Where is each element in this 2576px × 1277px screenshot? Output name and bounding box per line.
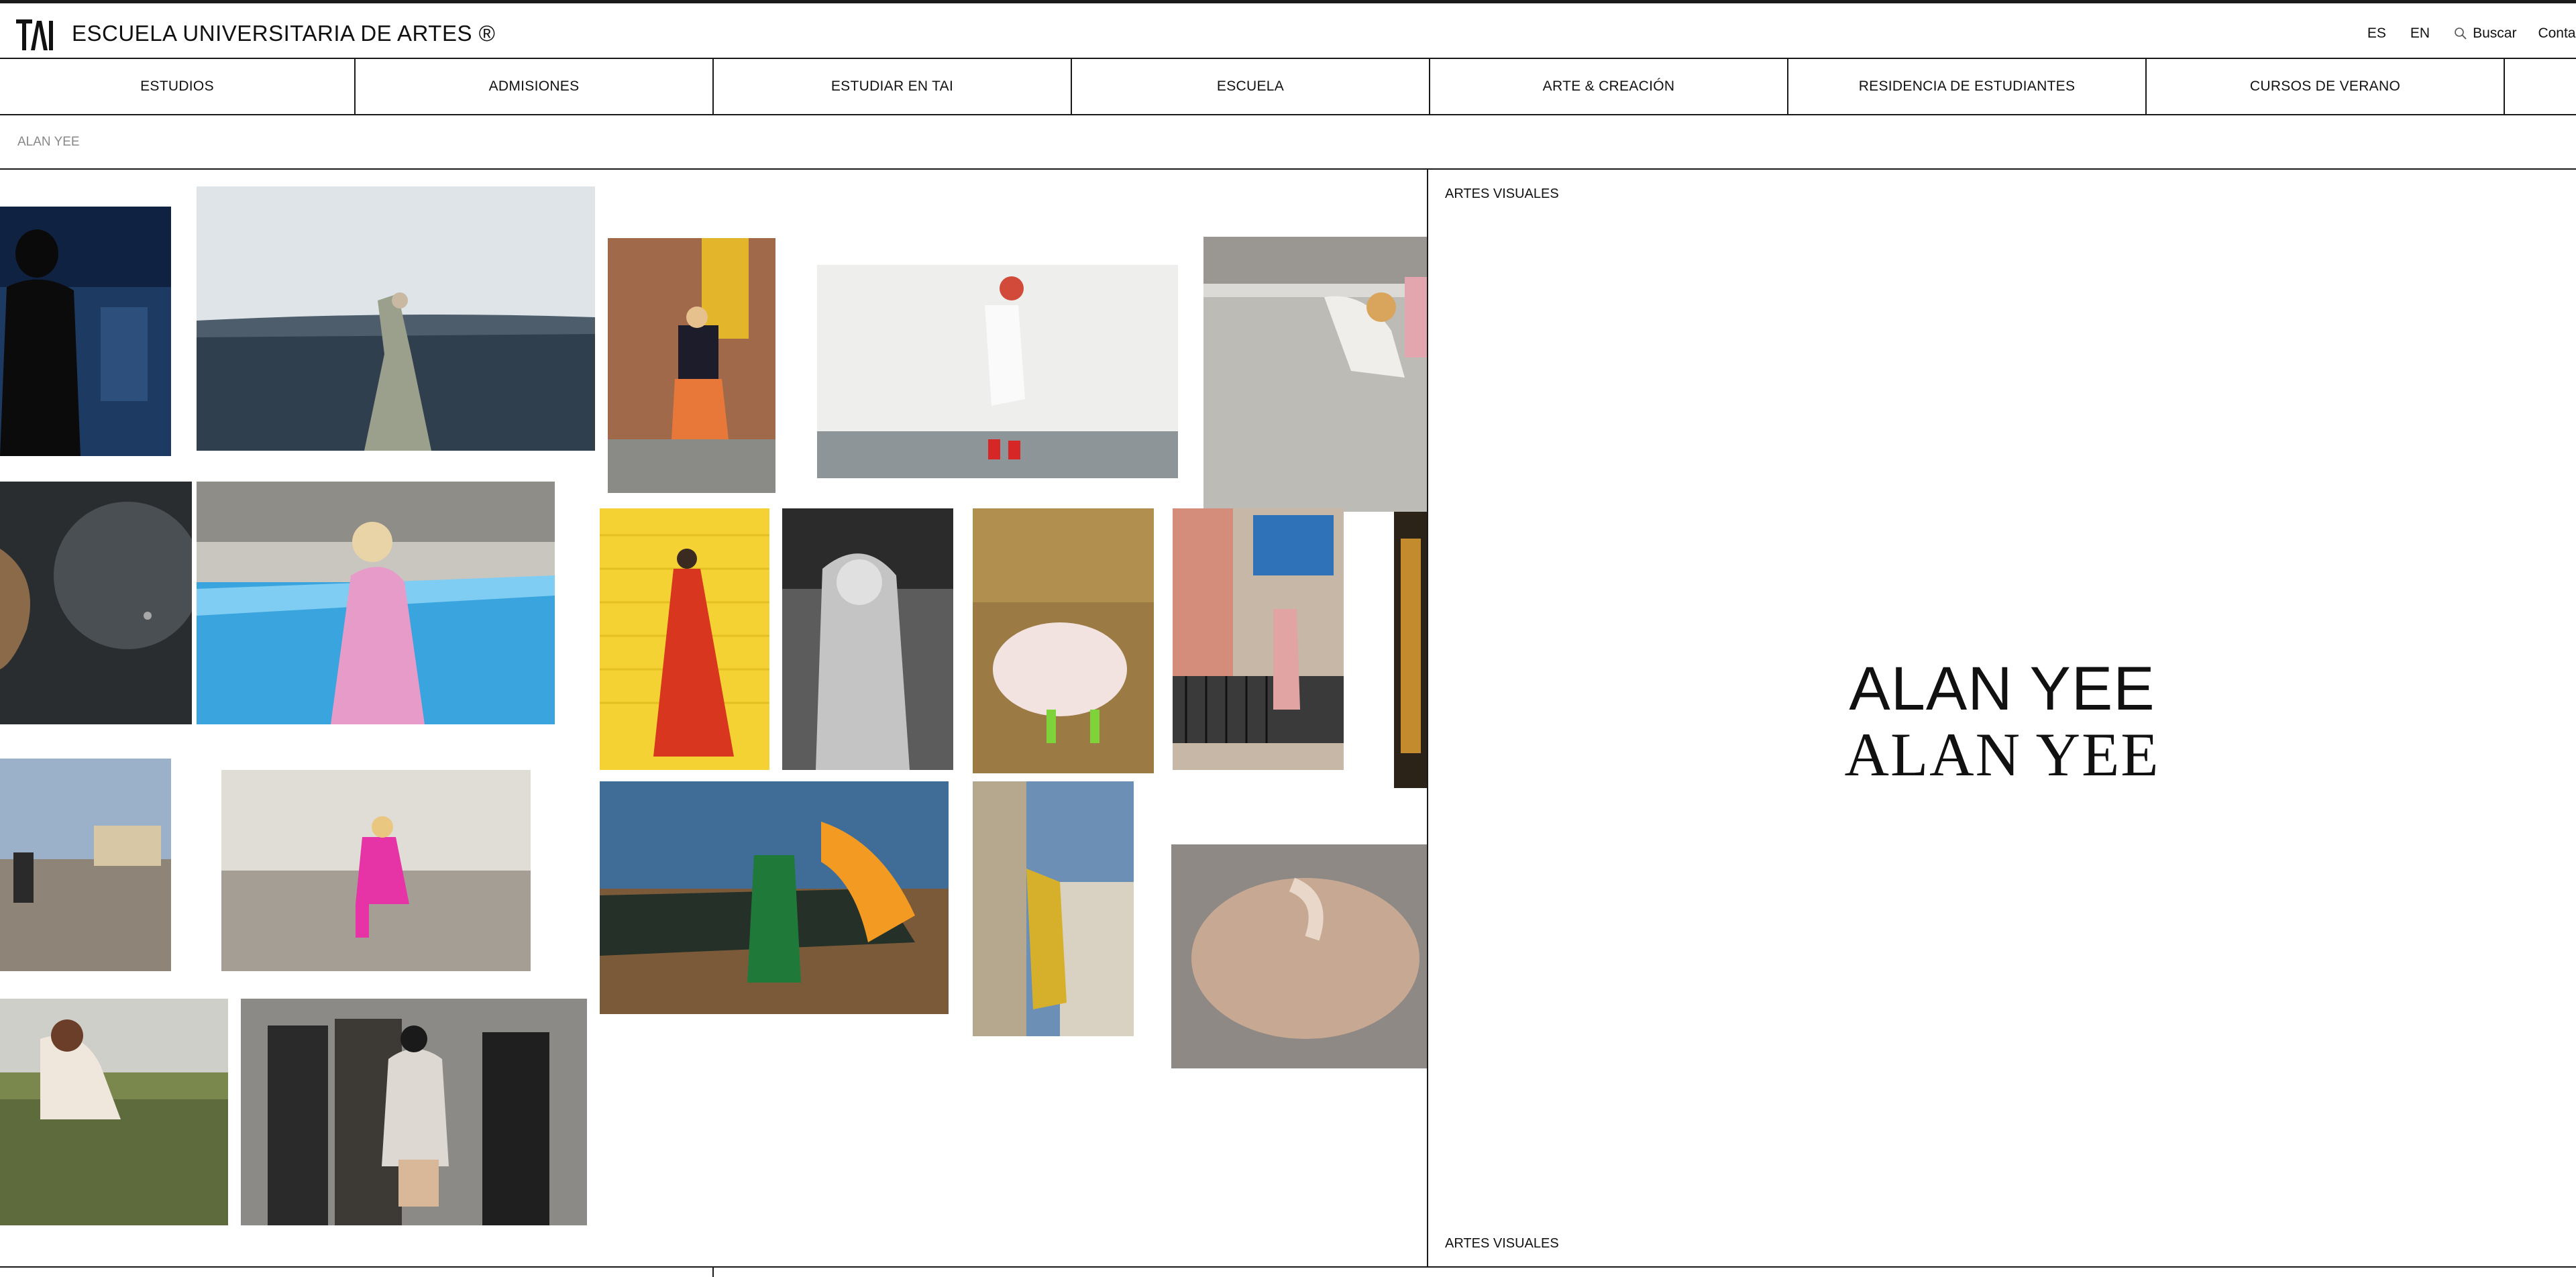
artist-name-sans: ALAN YEE <box>1849 655 2155 723</box>
nav-item-arte-creacion[interactable]: ARTE & CREACIÓN <box>1430 59 1788 114</box>
gallery-photo[interactable] <box>0 207 171 456</box>
gallery-photo[interactable] <box>817 265 1178 478</box>
nav-item-estudios[interactable]: ESTUDIOS <box>0 59 356 114</box>
nav-item-admisiones[interactable]: ADMISIONES <box>356 59 714 114</box>
gallery-photo[interactable] <box>221 770 531 971</box>
footer-divider-tick <box>712 1266 714 1277</box>
search-icon <box>2455 27 2467 40</box>
footer-divider <box>0 1266 2576 1268</box>
category-label-top[interactable]: ARTES VISUALES <box>1445 186 1559 202</box>
search-button[interactable]: Buscar <box>2454 25 2516 42</box>
gallery-photo[interactable] <box>241 999 587 1225</box>
photo-gallery <box>0 170 1428 1267</box>
gallery-photo[interactable] <box>973 781 1134 1036</box>
gallery-photo[interactable] <box>1394 512 1428 788</box>
gallery-photo[interactable] <box>1171 844 1428 1068</box>
lang-en-link[interactable]: EN <box>2410 25 2430 42</box>
registered-mark: ® <box>478 21 496 46</box>
site-title[interactable]: ESCUELA UNIVERSITARIA DE ARTES ® <box>72 21 495 46</box>
main-nav: ESTUDIOS ADMISIONES ESTUDIAR EN TAI ESCU… <box>0 59 2576 115</box>
breadcrumb: ALAN YEE <box>0 115 2576 170</box>
gallery-photo[interactable] <box>0 999 228 1225</box>
gallery-photo[interactable] <box>197 482 555 724</box>
gallery-photo[interactable] <box>600 508 769 770</box>
gallery-photo[interactable] <box>0 482 192 724</box>
gallery-photo[interactable] <box>973 508 1154 773</box>
gallery-photo[interactable] <box>1173 508 1344 770</box>
lang-es-link[interactable]: ES <box>2367 25 2386 42</box>
utility-links: ES EN Buscar Contac <box>2367 25 2576 42</box>
nav-item-escuela[interactable]: ESCUELA <box>1072 59 1430 114</box>
gallery-photo[interactable] <box>782 508 953 770</box>
top-header: ESCUELA UNIVERSITARIA DE ARTES ® ES EN B… <box>0 0 2576 59</box>
gallery-photo[interactable] <box>197 186 595 451</box>
gallery-photo[interactable] <box>608 238 775 493</box>
nav-item-estudiar-en-tai[interactable]: ESTUDIAR EN TAI <box>714 59 1072 114</box>
nav-item-residencia[interactable]: RESIDENCIA DE ESTUDIANTES <box>1788 59 2147 114</box>
gallery-photo[interactable] <box>0 759 171 971</box>
gallery-photo[interactable] <box>1203 237 1428 512</box>
gallery-photo[interactable] <box>600 781 949 1014</box>
site-title-text: ESCUELA UNIVERSITARIA DE ARTES <box>72 21 472 46</box>
tai-logo[interactable] <box>16 17 54 52</box>
category-label-bottom[interactable]: ARTES VISUALES <box>1445 1236 1559 1252</box>
search-label: Buscar <box>2473 25 2517 41</box>
contact-link[interactable]: Contac <box>2538 25 2576 42</box>
artist-name-serif: ALAN YEE <box>1844 720 2160 789</box>
breadcrumb-current: ALAN YEE <box>17 135 80 149</box>
nav-item-cursos-verano[interactable]: CURSOS DE VERANO <box>2147 59 2505 114</box>
